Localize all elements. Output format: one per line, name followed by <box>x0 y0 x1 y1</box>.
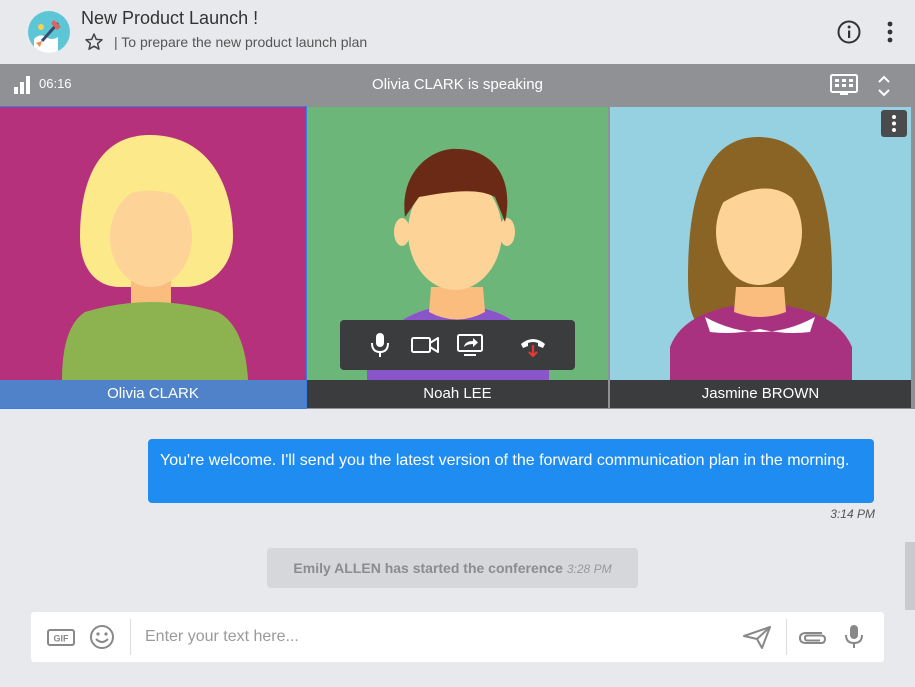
conference-bar: 06:16 Olivia CLARK is speaking <box>0 64 915 107</box>
expand-collapse-icon[interactable] <box>874 72 894 100</box>
tile-menu-button[interactable] <box>881 110 907 137</box>
page-title: New Product Launch ! <box>81 8 259 28</box>
screen-share-icon[interactable] <box>455 331 485 359</box>
star-icon[interactable] <box>84 32 104 52</box>
participant-name: Noah LEE <box>307 380 608 408</box>
message-timestamp: 3:28 PM <box>566 562 612 576</box>
room-logo <box>28 11 70 53</box>
message-timestamp: 3:14 PM <box>830 507 875 521</box>
system-message-text: Emily ALLEN has started the conference <box>293 560 563 576</box>
camera-icon[interactable] <box>410 331 440 359</box>
message-composer: GIF <box>31 612 884 662</box>
message-input[interactable] <box>145 620 735 654</box>
microphone-icon[interactable] <box>841 624 867 650</box>
call-controls <box>340 320 575 370</box>
divider <box>130 619 131 655</box>
hang-up-icon[interactable] <box>518 331 548 359</box>
conversation-header: New Product Launch ! | To prepare the ne… <box>0 0 915 64</box>
page-subtitle: | To prepare the new product launch plan <box>114 34 368 50</box>
participant-name: Olivia CLARK <box>0 380 306 408</box>
more-options-icon[interactable] <box>878 18 902 46</box>
gif-label: GIF <box>54 634 70 644</box>
info-icon[interactable] <box>836 19 862 45</box>
participant-name: Jasmine BROWN <box>610 380 911 408</box>
video-tile-olivia[interactable]: Olivia CLARK <box>0 106 307 409</box>
microphone-icon[interactable] <box>365 331 395 359</box>
chat-scrollbar[interactable] <box>905 542 915 610</box>
chat-message-outgoing: You're welcome. I'll send you the latest… <box>148 439 874 503</box>
gif-icon[interactable]: GIF <box>46 624 76 650</box>
send-icon[interactable] <box>741 624 773 650</box>
participant-avatar <box>610 107 911 408</box>
participant-avatar <box>0 107 306 408</box>
attachment-icon[interactable] <box>796 624 830 650</box>
video-tile-jasmine[interactable]: Jasmine BROWN <box>610 107 911 408</box>
emoji-icon[interactable] <box>88 624 116 650</box>
video-grid: Olivia CLARK Noah LEE Jasmine BROWN <box>0 106 915 409</box>
divider <box>786 619 787 655</box>
system-message: Emily ALLEN has started the conference 3:… <box>267 548 638 588</box>
grid-layout-icon[interactable] <box>828 72 860 98</box>
active-speaker-text: Olivia CLARK is speaking <box>372 76 543 93</box>
more-options-icon <box>892 115 896 132</box>
